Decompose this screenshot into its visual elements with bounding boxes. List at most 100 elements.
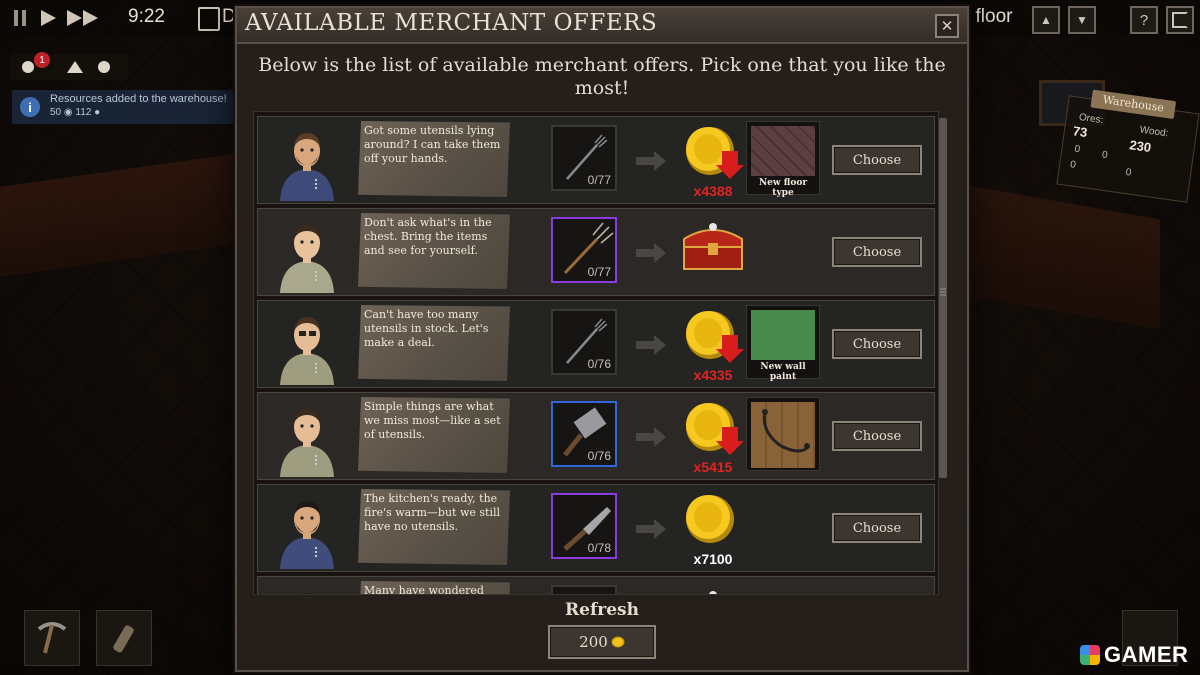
dialog-header: AVAILABLE MERCHANT OFFERS ✕ (237, 8, 967, 44)
merchant-portrait (280, 133, 334, 201)
hanging-hook-icon (762, 409, 811, 453)
unlock-preview (746, 397, 820, 471)
reward: x4388 (678, 121, 748, 201)
game-time: 9:22 (128, 6, 165, 27)
settings-button[interactable] (1166, 6, 1194, 34)
close-button[interactable]: ✕ (935, 14, 959, 38)
help-button[interactable]: ? (1130, 6, 1158, 34)
offers-list[interactable]: Got some utensils lying around? I can ta… (253, 111, 939, 595)
floor-tile-preview (751, 126, 815, 176)
dot-icon[interactable] (96, 60, 112, 74)
arrow-right-icon (636, 243, 666, 263)
refresh-label: Refresh (565, 600, 639, 620)
triangle-icon[interactable] (66, 60, 84, 74)
pause-icon[interactable] (8, 6, 32, 30)
refresh-cost: 200 (579, 633, 608, 651)
reward: x5415 (678, 397, 748, 477)
offer-row: Got some utensils lying around? I can ta… (257, 116, 935, 204)
arrow-right-icon (636, 427, 666, 447)
floor-up-button[interactable]: ▲ (1032, 6, 1060, 34)
required-item-slot: 0/76 (551, 401, 617, 467)
offers-scrollbar[interactable] (939, 118, 947, 478)
gold-coin-icon (686, 403, 744, 455)
dialog-title: AVAILABLE MERCHANT OFFERS (245, 10, 658, 36)
reward-amount: x4388 (693, 183, 733, 199)
required-item-slot (551, 585, 617, 594)
watermark: GAMER (1080, 642, 1188, 668)
merchant-portrait (280, 409, 334, 477)
reward-amount: x7100 (693, 551, 733, 567)
coin-icon (611, 636, 625, 648)
decoration-preview (751, 402, 815, 468)
exit-icon (1172, 12, 1188, 28)
gold-coin-icon (686, 127, 744, 179)
arrow-right-icon (636, 335, 666, 355)
floor-down-button[interactable]: ▼ (1068, 6, 1096, 34)
offer-row: The kitchen's ready, the fire's warm—but… (257, 484, 935, 572)
watermark-text: GAMER (1104, 642, 1189, 667)
merchant-portrait (301, 593, 313, 594)
arrow-right-icon (636, 151, 666, 171)
reward-amount: x4335 (693, 367, 733, 383)
fast-forward-icon[interactable] (64, 6, 102, 30)
warehouse-panel: Warehouse Ores: 73 Wood: 230 0 0 0 0 (1056, 89, 1200, 203)
merchant-offers-dialog: AVAILABLE MERCHANT OFFERS ✕ Below is the… (235, 6, 969, 672)
required-item-slot: 0/78 (551, 493, 617, 559)
unlock-label: New wall paint (760, 362, 806, 382)
gold-coin-icon (686, 311, 744, 363)
day-label: D (222, 6, 236, 27)
item-count: 0/77 (587, 265, 611, 279)
choose-button[interactable]: Choose (832, 329, 922, 359)
reward (678, 213, 748, 293)
choose-button[interactable]: Choose (832, 145, 922, 175)
merchant-portrait (280, 225, 334, 293)
notification-text: Resources added to the warehouse! (50, 93, 227, 105)
resource-notification: i Resources added to the warehouse! 50 ◉… (12, 90, 238, 124)
pickaxe-tool-button[interactable] (24, 610, 80, 666)
merchant-dialogue: Don't ask what's in the chest. Bring the… (358, 213, 510, 289)
treasure-chest-icon (709, 591, 717, 594)
calendar-icon (198, 7, 220, 31)
torch-icon (113, 625, 134, 653)
stock-value-4: 0 (1124, 166, 1132, 179)
stock-value-2: 0 (1101, 149, 1109, 162)
wall-paint-preview (751, 310, 815, 360)
reward: x4335 (678, 305, 748, 385)
choose-button[interactable]: Choose (832, 237, 922, 267)
merchant-dialogue: Simple things are what we miss most—like… (358, 397, 510, 473)
offer-row: Don't ask what's in the chest. Bring the… (257, 208, 935, 296)
gold-coin-icon (686, 495, 734, 543)
ores-value: 73 (1071, 123, 1089, 141)
refresh-button[interactable]: 200 (548, 625, 656, 659)
required-item-slot: 0/77 (551, 125, 617, 191)
arrow-right-icon (636, 519, 666, 539)
merchant-dialogue: Many have wondered (358, 581, 510, 594)
required-item-slot: 0/77 (551, 217, 617, 283)
merchant-portrait (280, 501, 334, 569)
play-icon[interactable] (36, 6, 60, 30)
reward: x7100 (678, 489, 748, 569)
notification-amounts: 50 ◉ 112 ● (50, 107, 101, 118)
item-count: 0/77 (587, 173, 611, 187)
stock-value-1: 0 (1073, 143, 1081, 156)
scroll-grip-icon[interactable] (939, 286, 947, 298)
item-count: 0/78 (587, 541, 611, 555)
merchant-dialogue: Got some utensils lying around? I can ta… (358, 121, 510, 197)
info-icon: i (20, 97, 40, 117)
wood-value: 230 (1128, 137, 1153, 156)
floor-label: l floor (966, 6, 1013, 27)
unlock-label: New floor type (758, 178, 808, 198)
offer-row: Many have wondered (257, 576, 935, 594)
torch-tool-button[interactable] (96, 610, 152, 666)
choose-button[interactable]: Choose (832, 513, 922, 543)
offer-row: Simple things are what we miss most—like… (257, 392, 935, 480)
choose-button[interactable]: Choose (832, 421, 922, 451)
unlock-preview: New floor type (746, 121, 820, 198)
dialog-subtitle: Below is the list of available merchant … (258, 54, 946, 99)
merchant-dialogue: The kitchen's ready, the fire's warm—but… (358, 489, 510, 565)
item-count: 0/76 (587, 449, 611, 463)
stock-value-3: 0 (1069, 159, 1077, 171)
merchant-portrait (280, 317, 334, 385)
notification-badge: 1 (34, 52, 50, 68)
shape-filter-bar: 1 (10, 52, 128, 80)
